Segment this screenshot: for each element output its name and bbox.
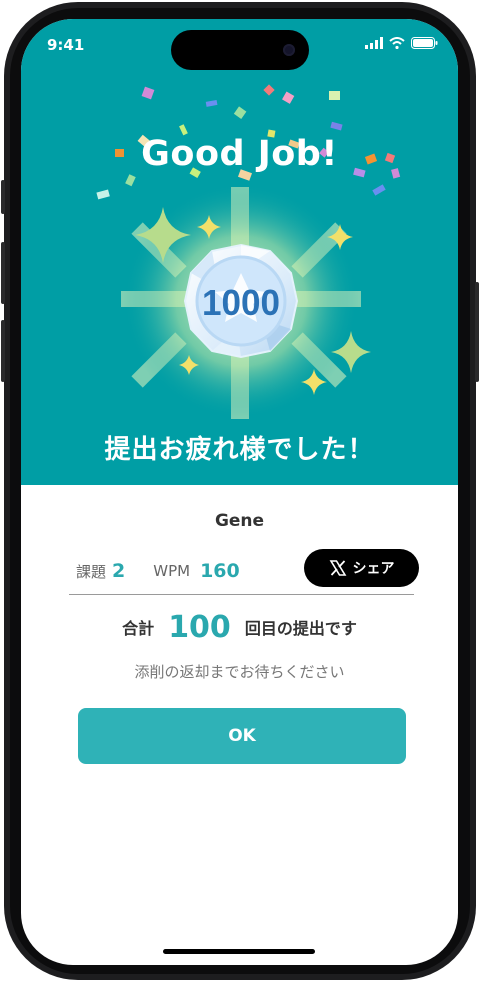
app-screen: 9:41 Good Job! 1000 提出お疲れ様でした！ Gene 課題 2… bbox=[21, 19, 458, 965]
badge-graphic: 1000 bbox=[121, 183, 371, 419]
total-submissions: 合計 100 回目の提出です bbox=[21, 607, 458, 647]
power-button bbox=[475, 282, 479, 382]
stats-row: 課題 2 WPM 160 bbox=[76, 557, 240, 585]
signal-icon bbox=[365, 37, 383, 49]
volume-up-button bbox=[1, 242, 5, 304]
badge-number: 1000 bbox=[202, 282, 280, 323]
wpm-label: WPM bbox=[153, 562, 191, 580]
status-time: 9:41 bbox=[47, 36, 85, 54]
share-button[interactable]: シェア bbox=[304, 549, 419, 587]
action-button bbox=[1, 180, 5, 214]
dynamic-island bbox=[171, 30, 309, 70]
total-suffix: 回目の提出です bbox=[244, 619, 357, 638]
assignment-value: 2 bbox=[112, 560, 126, 582]
share-label: シェア bbox=[352, 561, 395, 577]
assignment-label: 課題 bbox=[76, 562, 107, 581]
user-name: Gene bbox=[214, 511, 265, 531]
home-indicator bbox=[163, 949, 315, 954]
ok-label: OK bbox=[228, 726, 256, 746]
status-icons bbox=[365, 37, 438, 49]
volume-down-button bbox=[1, 320, 5, 382]
camera-icon bbox=[283, 44, 295, 56]
completion-message: 提出お疲れ様でした！ bbox=[104, 435, 375, 465]
good-job-title: Good Job! bbox=[141, 134, 338, 174]
battery-icon bbox=[411, 37, 438, 49]
wifi-icon bbox=[389, 37, 405, 49]
x-logo-icon bbox=[329, 560, 346, 576]
total-prefix: 合計 bbox=[122, 619, 155, 638]
badge-area: 1000 bbox=[111, 179, 371, 419]
ok-button[interactable]: OK bbox=[78, 708, 406, 764]
hero-section: 9:41 Good Job! 1000 提出お疲れ様でした！ bbox=[21, 19, 458, 485]
divider bbox=[69, 594, 414, 595]
wpm-value: 160 bbox=[200, 560, 240, 582]
total-count: 100 bbox=[168, 609, 231, 645]
wait-message: 添削の返却までお待ちください bbox=[134, 663, 345, 681]
